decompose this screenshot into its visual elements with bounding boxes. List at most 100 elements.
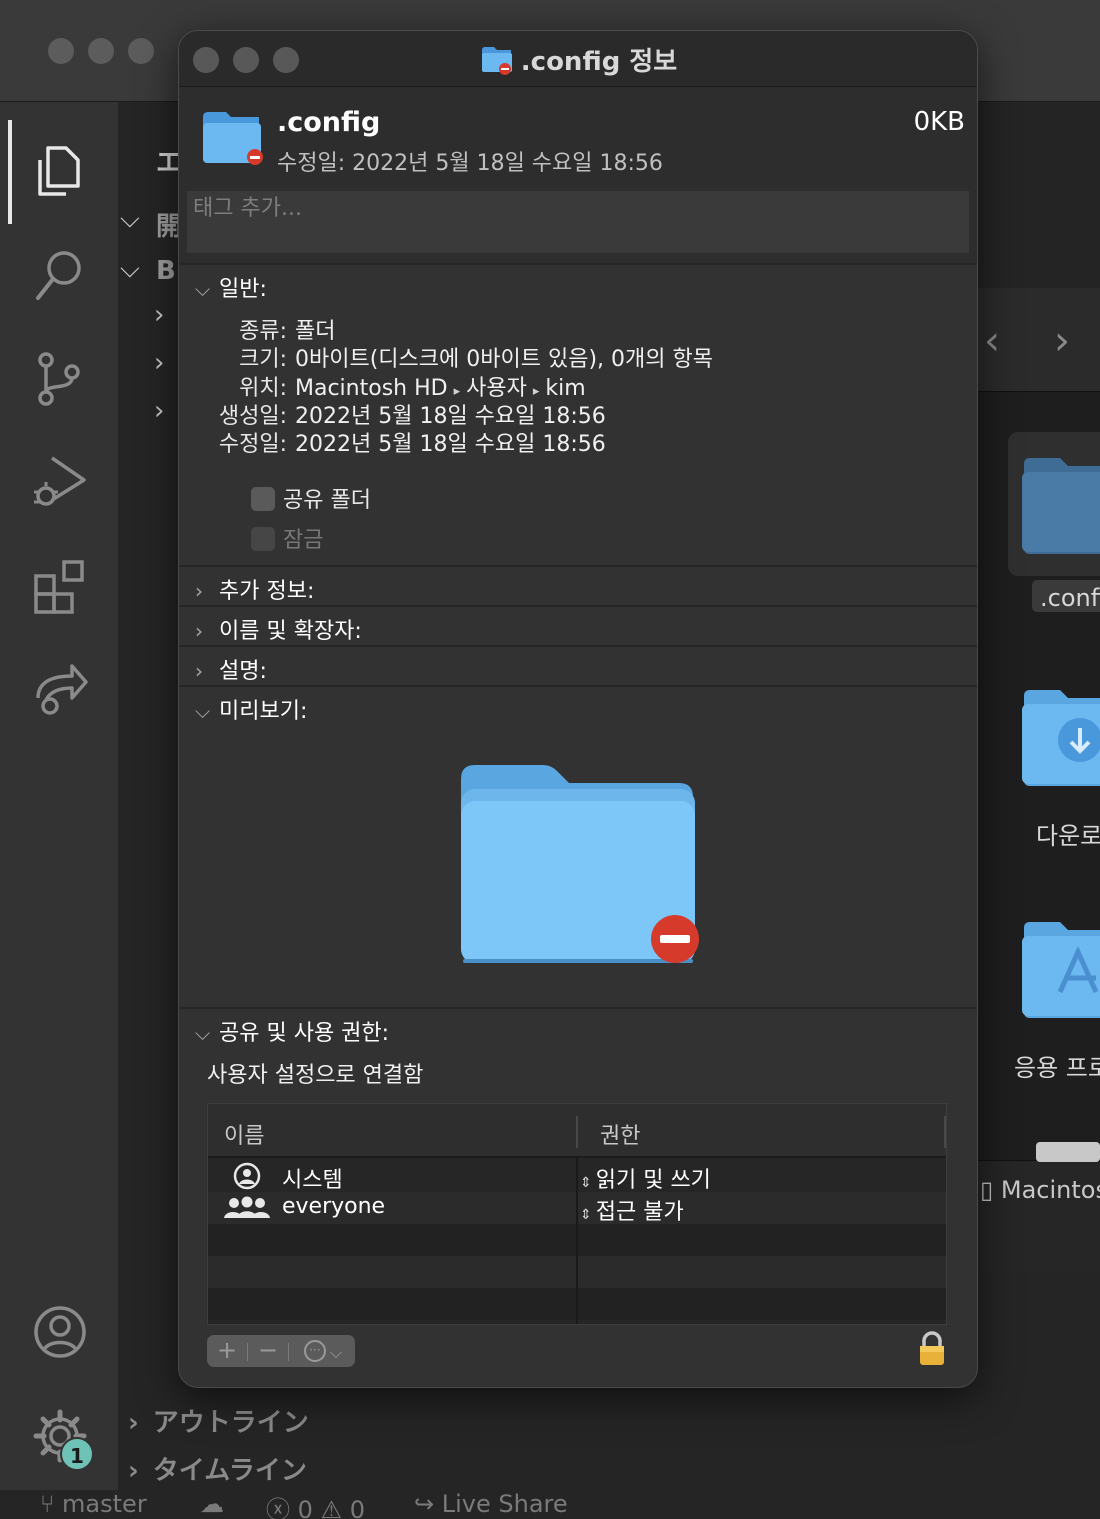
branch-status[interactable]: ⑂ master: [40, 1490, 147, 1518]
info-header: .config 수정일: 2022년 5월 18일 수요일 18:56 0KB: [179, 87, 977, 263]
lock-icon[interactable]: [917, 1331, 947, 1367]
sharing-description: 사용자 설정으로 연결함: [207, 1063, 424, 1088]
file-size: 0KB: [913, 107, 965, 137]
section-comments-toggle[interactable]: › 설명:: [195, 653, 267, 685]
button-separator: [288, 1343, 289, 1361]
privilege-select[interactable]: ⇕ 접근 불가: [580, 1194, 684, 1226]
shared-folder-checkbox[interactable]: 공유 폴더: [251, 482, 371, 514]
status-bar: ⑂ master ☁ ⓧ 0 ⚠ 0 ↪ Live Share: [0, 1490, 1100, 1519]
folder-large-icon: [203, 112, 263, 165]
permission-buttons-group: + − ··· ⌵: [207, 1335, 355, 1367]
back-arrow-icon[interactable]: ‹: [984, 318, 1000, 364]
run-debug-icon[interactable]: [28, 450, 92, 514]
finder-item-downloads[interactable]: 다운로: [1036, 816, 1100, 851]
explorer-icon[interactable]: [28, 138, 92, 202]
warning-icon: ⚠: [320, 1496, 343, 1519]
finder-item-config[interactable]: .confi: [1040, 584, 1100, 612]
file-modified-date: 수정일: 2022년 5월 18일 수요일 18:56: [277, 151, 663, 176]
get-info-window: .config 정보 .config 수정일: 2022년 5월 18일 수요일…: [178, 30, 978, 1388]
chevron-right-icon: ›: [195, 579, 203, 603]
permission-user-name: 시스템: [282, 1168, 343, 1193]
chevron-down-icon[interactable]: ⌵: [120, 254, 140, 285]
file-name: .config: [277, 107, 381, 138]
chevron-right-icon: ›: [128, 1456, 139, 1486]
info-row-size: 크기: 0바이트(디스크에 0바이트 있음), 0개의 항목: [239, 347, 713, 372]
section-preview-toggle[interactable]: ⌵ 미리보기:: [195, 693, 307, 725]
chevron-right-icon: ›: [195, 659, 203, 683]
disk-small-icon: ▯: [980, 1176, 994, 1204]
chevron-right-icon: ›: [195, 619, 203, 643]
section-divider: [179, 565, 977, 567]
settings-badge: 1: [60, 1437, 94, 1471]
finder-item-applications[interactable]: 응용 프로: [1014, 1048, 1100, 1083]
updown-chevron-icon: ⇕: [580, 1207, 592, 1223]
section-divider: [179, 685, 977, 687]
section-more-info-toggle[interactable]: › 추가 정보:: [195, 573, 314, 605]
locked-checkbox: 잠금: [251, 522, 323, 554]
chevron-right-icon[interactable]: ›: [154, 396, 164, 426]
checkbox-box[interactable]: [251, 487, 275, 511]
search-icon[interactable]: [28, 242, 92, 306]
extensions-icon[interactable]: [28, 554, 92, 618]
git-branch-icon: ⑂: [40, 1490, 55, 1518]
chevron-down-icon[interactable]: ⌵: [120, 204, 140, 235]
timeline-panel[interactable]: › タイムライン: [128, 1450, 307, 1487]
chevron-right-icon: ›: [128, 1408, 139, 1438]
applications-folder-icon[interactable]: [1020, 916, 1100, 1020]
checkbox-box: [251, 527, 275, 551]
remove-permission-button[interactable]: −: [248, 1335, 288, 1367]
section-divider: [179, 605, 977, 607]
vscode-minimize-button[interactable]: [88, 38, 114, 64]
active-indicator: [8, 120, 12, 224]
col-privilege-header[interactable]: 권한: [600, 1118, 640, 1150]
info-titlebar: .config 정보: [179, 31, 977, 87]
chevron-down-icon: ⌵: [195, 699, 211, 723]
problems-status[interactable]: ⓧ 0 ⚠ 0: [266, 1490, 365, 1519]
chevron-down-icon: ⌵: [329, 1343, 343, 1362]
section-name-ext-toggle[interactable]: › 이름 및 확장자:: [195, 613, 362, 645]
source-control-icon[interactable]: [28, 346, 92, 410]
chevron-right-icon[interactable]: ›: [154, 348, 164, 378]
sidebar-section-open-editors[interactable]: 開: [156, 206, 180, 243]
privilege-select[interactable]: ⇕ 읽기 및 쓰기: [580, 1162, 711, 1194]
updown-chevron-icon: ⇕: [580, 1175, 592, 1191]
path-separator-icon: ▸: [453, 384, 461, 399]
folder-icon[interactable]: [1020, 452, 1100, 556]
single-user-icon: [233, 1162, 261, 1190]
disk-icon: [1036, 1142, 1100, 1162]
group-users-icon: [224, 1196, 270, 1218]
live-share-status[interactable]: ↪ Live Share: [414, 1490, 568, 1518]
vscode-zoom-button[interactable]: [128, 38, 154, 64]
chevron-right-icon[interactable]: ›: [154, 300, 164, 330]
section-divider: [179, 263, 977, 265]
section-sharing-toggle[interactable]: ⌵ 공유 및 사용 권한:: [195, 1015, 389, 1047]
ellipsis-circle-icon: ···: [303, 1340, 326, 1362]
add-permission-button[interactable]: +: [207, 1335, 247, 1367]
outline-panel[interactable]: › アウトライン: [128, 1402, 309, 1439]
live-share-icon: ↪: [414, 1490, 435, 1518]
section-divider: [179, 645, 977, 647]
account-icon[interactable]: [28, 1300, 92, 1364]
preview-area: [459, 763, 703, 971]
live-share-icon[interactable]: [28, 658, 92, 722]
column-divider: [576, 1158, 578, 1324]
finder-toolbar-top: [978, 102, 1100, 288]
sync-icon[interactable]: ☁: [200, 1490, 224, 1518]
action-menu-button[interactable]: ··· ⌵: [291, 1335, 355, 1367]
forward-arrow-icon[interactable]: ›: [1054, 318, 1070, 364]
permission-user-name: everyone: [282, 1194, 386, 1219]
explorer-sidebar: エ ⌵ 開 ⌵ BI › › ›: [118, 102, 180, 1519]
info-window-title: .config 정보: [179, 41, 977, 78]
column-separator: [576, 1116, 578, 1148]
col-name-header[interactable]: 이름: [224, 1118, 264, 1150]
downloads-folder-icon[interactable]: [1020, 684, 1100, 788]
bottom-panels: › アウトライン › タイムライン: [118, 1390, 718, 1490]
tags-input[interactable]: [187, 191, 969, 253]
vscode-close-button[interactable]: [48, 38, 74, 64]
section-general-toggle[interactable]: ⌵ 일반:: [195, 271, 267, 303]
sidebar-section-folder[interactable]: BI: [156, 256, 180, 286]
chevron-down-icon: ⌵: [195, 1021, 211, 1045]
finder-path-macintosh[interactable]: ▯ Macintosh: [980, 1176, 1100, 1204]
permissions-table: 이름 권한 시스템 ⇕ 읽기 및 쓰기 everyone ⇕ 접근 불가: [207, 1103, 947, 1325]
error-icon: ⓧ: [266, 1496, 290, 1519]
